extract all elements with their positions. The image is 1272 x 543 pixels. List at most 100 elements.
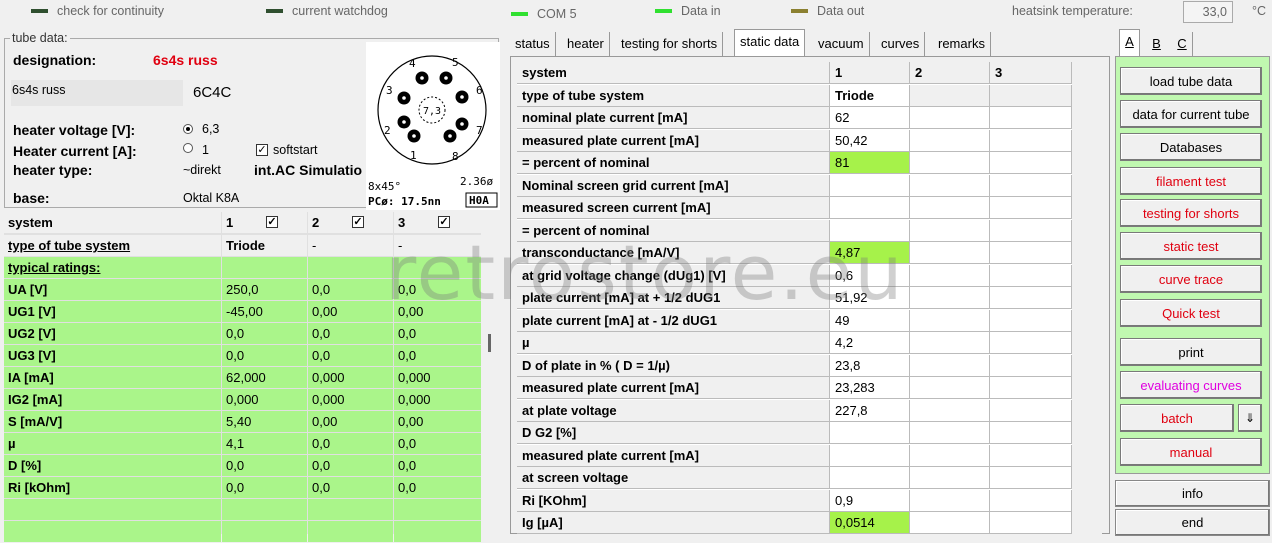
cell-system-3[interactable]: 0,0 (394, 279, 481, 300)
cell-system-1[interactable]: 0,0514 (830, 512, 910, 534)
print-button[interactable]: print (1120, 338, 1262, 366)
cell-system-2[interactable] (910, 174, 990, 197)
cell-system-3[interactable] (990, 309, 1072, 332)
cell-system-3[interactable] (394, 521, 481, 542)
cell-system-2[interactable] (308, 521, 393, 542)
cell-system-1[interactable]: 227,8 (830, 399, 910, 422)
cell-system-3[interactable] (990, 332, 1072, 354)
cell-system-2[interactable] (910, 197, 990, 219)
cell-system-3[interactable] (990, 444, 1072, 467)
cell-system-3[interactable]: 0,0 (394, 433, 481, 454)
cell-system-2[interactable]: 0,0 (308, 323, 393, 344)
cell-system-3[interactable] (990, 129, 1072, 152)
evaluating-curves-button[interactable]: evaluating curves (1120, 371, 1262, 399)
cell-system-1[interactable]: Triode (222, 235, 307, 256)
cell-system-1[interactable]: 0,6 (830, 264, 910, 287)
cell-system-3[interactable] (990, 242, 1072, 264)
info-button[interactable]: info (1115, 480, 1270, 507)
tab-status[interactable]: status (510, 32, 556, 56)
cell-system-3[interactable] (990, 197, 1072, 219)
cell-system-2[interactable] (308, 499, 393, 520)
tube-name-field[interactable]: 6s4s russ (11, 80, 183, 106)
data-for-current-tube-button[interactable]: data for current tube (1120, 100, 1262, 128)
cell-system-2[interactable]: 0,000 (308, 367, 393, 388)
cell-system-2[interactable] (910, 107, 990, 129)
cell-system-1[interactable]: 4,2 (830, 332, 910, 354)
cell-system-2[interactable]: 0,000 (308, 389, 393, 410)
cell-system-1[interactable] (830, 467, 910, 489)
cell-system-3[interactable]: 0,0 (394, 477, 481, 498)
left-grid-scrollbar[interactable] (481, 212, 499, 534)
cell-system-3[interactable] (990, 422, 1072, 444)
cell-system-2[interactable]: 0,0 (308, 455, 393, 476)
cell-system-1[interactable]: 51,92 (830, 287, 910, 309)
cell-system-3[interactable]: 0,0 (394, 323, 481, 344)
tab-testing-for-shorts[interactable]: testing for shorts (616, 32, 724, 56)
cell-system-1[interactable]: 5,40 (222, 411, 307, 432)
cell-system-3[interactable]: 0,000 (394, 367, 481, 388)
cell-system-2[interactable]: 0,00 (308, 301, 393, 322)
static-test-button[interactable]: static test (1120, 232, 1262, 260)
cell-system-2[interactable] (910, 512, 990, 534)
cell-system-1[interactable] (222, 521, 307, 542)
cell-system-3[interactable]: 0,0 (394, 455, 481, 476)
heater-current-radio[interactable] (183, 143, 193, 153)
cell-system-2[interactable] (910, 152, 990, 174)
cell-system-1[interactable]: 62 (830, 107, 910, 129)
cell-system-2[interactable] (910, 489, 990, 512)
cell-system-3[interactable] (394, 257, 481, 278)
cell-system-3[interactable] (990, 512, 1072, 534)
cell-system-2[interactable]: 0,0 (308, 279, 393, 300)
cell-system-2[interactable] (910, 264, 990, 287)
side-tab-a[interactable]: A (1119, 29, 1140, 57)
quick-test-button[interactable]: Quick test (1120, 299, 1262, 327)
cell-system-3[interactable] (990, 287, 1072, 309)
static-grid-scrollbar[interactable] (1072, 62, 1102, 534)
cell-system-3[interactable] (990, 107, 1072, 129)
cell-system-1[interactable]: 4,1 (222, 433, 307, 454)
cell-system-1[interactable]: 0,0 (222, 477, 307, 498)
load-tube-data-button[interactable]: load tube data (1120, 67, 1262, 95)
system-2-checkbox[interactable]: ✓ (352, 216, 364, 228)
cell-system-3[interactable] (990, 354, 1072, 377)
curve-trace-button[interactable]: curve trace (1120, 265, 1262, 293)
cell-system-2[interactable]: 0,0 (308, 477, 393, 498)
cell-system-3[interactable]: 0,0 (394, 345, 481, 366)
side-tab-b[interactable]: B (1146, 32, 1167, 56)
cell-system-3[interactable] (394, 499, 481, 520)
cell-system-2[interactable] (910, 129, 990, 152)
cell-system-1[interactable] (830, 174, 910, 197)
tab-vacuum[interactable]: vacuum (813, 32, 870, 56)
cell-system-2[interactable] (910, 287, 990, 309)
cell-system-2[interactable] (910, 399, 990, 422)
cell-system-2[interactable] (910, 377, 990, 399)
cell-system-1[interactable] (222, 257, 307, 278)
testing-for-shorts-button[interactable]: testing for shorts (1120, 199, 1262, 227)
batch-arrow-button[interactable]: ⇓ (1238, 404, 1262, 432)
cell-system-1[interactable]: 50,42 (830, 129, 910, 152)
cell-system-1[interactable]: -45,00 (222, 301, 307, 322)
cell-system-1[interactable]: 250,0 (222, 279, 307, 300)
cell-system-3[interactable]: 0,00 (394, 301, 481, 322)
cell-system-2[interactable] (910, 467, 990, 489)
cell-system-1[interactable] (830, 444, 910, 467)
tab-heater[interactable]: heater (562, 32, 610, 56)
side-tab-c[interactable]: C (1172, 32, 1193, 56)
cell-system-1[interactable]: 4,87 (830, 242, 910, 264)
cell-system-1[interactable]: 23,283 (830, 377, 910, 399)
end-button[interactable]: end (1115, 509, 1270, 536)
tab-static-data[interactable]: static data (734, 29, 806, 57)
cell-system-2[interactable]: 0,0 (308, 345, 393, 366)
cell-system-2[interactable] (308, 257, 393, 278)
cell-system-1[interactable] (830, 219, 910, 242)
cell-system-3[interactable] (990, 399, 1072, 422)
cell-system-1[interactable]: 0,000 (222, 389, 307, 410)
cell-system-2[interactable] (910, 309, 990, 332)
cell-system-2[interactable]: - (308, 235, 393, 256)
cell-system-1[interactable]: 0,9 (830, 489, 910, 512)
tab-curves[interactable]: curves (876, 32, 926, 56)
system-3-checkbox[interactable]: ✓ (438, 216, 450, 228)
cell-system-1[interactable]: 0,0 (222, 345, 307, 366)
cell-system-2[interactable] (910, 219, 990, 242)
batch-button[interactable]: batch (1120, 404, 1234, 432)
